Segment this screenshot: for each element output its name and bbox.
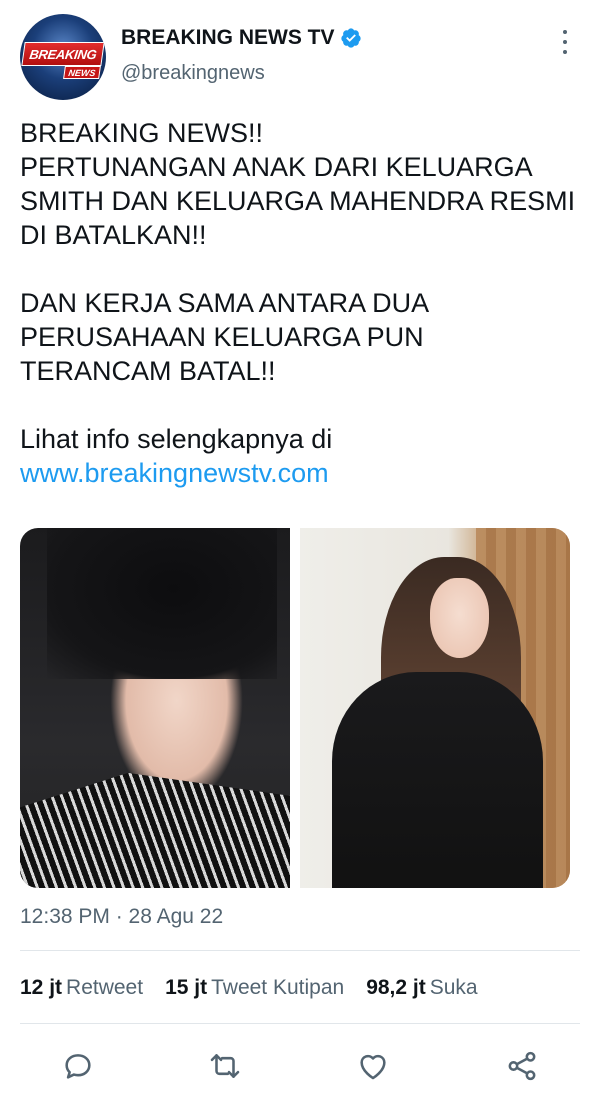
retweet-button[interactable] (205, 1046, 245, 1086)
quotes-stat[interactable]: 15 jt Tweet Kutipan (165, 976, 344, 1000)
more-options-icon[interactable] (556, 30, 574, 54)
tweet-paragraph-2: DAN KERJA SAMA ANTARA DUA PERUSAHAAN KEL… (20, 288, 428, 386)
retweets-count: 12 jt (20, 976, 63, 999)
divider (20, 950, 580, 951)
tweet-detail: BREAKING NEWS BREAKING NEWS TV @breaking… (0, 0, 600, 1115)
quotes-count: 15 jt (165, 976, 208, 999)
retweet-icon (210, 1054, 240, 1078)
tweet-actions (0, 1040, 600, 1090)
quotes-label: Tweet Kutipan (211, 976, 345, 999)
tweet-line-body: PERTUNANGAN ANAK DARI KELUARGA SMITH DAN… (20, 152, 576, 250)
photo-woman-black-coat[interactable] (300, 528, 570, 888)
avatar[interactable]: BREAKING NEWS (20, 14, 106, 100)
tweet-cta-text: Lihat info selengkapnya di (20, 424, 333, 454)
like-button[interactable] (353, 1046, 393, 1086)
account-handle[interactable]: @breakingnews (121, 62, 265, 85)
avatar-logo-main: BREAKING (21, 42, 105, 66)
tweet-paragraph-3: Lihat info selengkapnya di www.breakingn… (20, 422, 580, 490)
avatar-logo-sub: NEWS (63, 66, 101, 79)
retweets-stat[interactable]: 12 jt Retweet (20, 976, 143, 1000)
tweet-link[interactable]: www.breakingnewstv.com (20, 458, 329, 488)
share-icon (508, 1051, 536, 1081)
reply-icon (65, 1054, 91, 1079)
divider (20, 1023, 580, 1024)
display-name-text: BREAKING NEWS TV (121, 26, 335, 49)
tweet-timestamp[interactable]: 12:38 PM · 28 Agu 22 (20, 905, 223, 929)
tweet-media-grid (20, 528, 570, 888)
retweets-label: Retweet (66, 976, 144, 999)
heart-icon (360, 1054, 386, 1080)
account-display-name[interactable]: BREAKING NEWS TV (121, 26, 362, 50)
tweet-text: BREAKING NEWS!! PERTUNANGAN ANAK DARI KE… (20, 116, 580, 490)
reply-button[interactable] (58, 1046, 98, 1086)
tweet-stats: 12 jt Retweet 15 jt Tweet Kutipan 98,2 jt S… (20, 976, 478, 1000)
tweet-paragraph-1: BREAKING NEWS!! PERTUNANGAN ANAK DARI KE… (20, 116, 580, 252)
verified-badge-icon (340, 28, 361, 48)
tweet-line-headline: BREAKING NEWS!! (20, 118, 264, 148)
likes-count: 98,2 jt (366, 976, 426, 999)
likes-stat[interactable]: 98,2 jt Suka (366, 976, 477, 1000)
share-button[interactable] (502, 1046, 542, 1086)
likes-label: Suka (429, 976, 478, 999)
photo-man-portrait[interactable] (20, 528, 290, 888)
